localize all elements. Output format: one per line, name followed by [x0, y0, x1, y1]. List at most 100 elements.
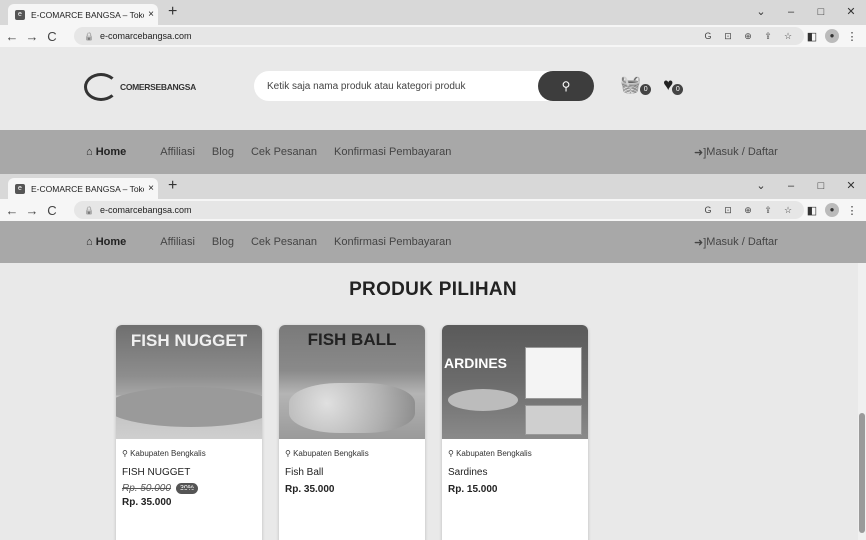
google-icon[interactable]: G	[698, 31, 718, 41]
wishlist-count-badge: 0	[672, 84, 684, 95]
image-fish	[448, 389, 518, 411]
zoom-icon[interactable]: ⊕	[738, 205, 758, 216]
site-logo[interactable]: COMERSEBANGSA	[84, 73, 196, 101]
share-icon[interactable]: ⇪	[758, 31, 778, 42]
menu-kebab-icon[interactable]: ⋮	[842, 30, 862, 43]
nav-home[interactable]: ⌂ Home	[86, 236, 143, 248]
location-text: Kabupaten Bengkalis	[293, 449, 369, 458]
window-controls: ⌄ – □ ✕	[746, 0, 866, 25]
translate-icon[interactable]: ⊡	[718, 31, 738, 42]
favicon-icon: e	[15, 9, 25, 20]
product-list: FISH NUGGET ⚲ Kabupaten Bengkalis FISH N…	[116, 325, 588, 540]
product-card[interactable]: ARDINES ⚲ Kabupaten Bengkalis Sardines R…	[442, 325, 588, 540]
product-card[interactable]: FISH NUGGET ⚲ Kabupaten Bengkalis FISH N…	[116, 325, 262, 540]
site-header: COMERSEBANGSA Ketik saja nama produk ata…	[0, 47, 866, 130]
browser-tab[interactable]: e E-COMARCE BANGSA – Toko Onl ×	[8, 178, 158, 199]
cart-icon[interactable]: 🧺 0	[620, 75, 652, 95]
address-bar[interactable]: 🔒 e-comarcebangsa.com G ⊡ ⊕ ⇪ ☆	[74, 201, 804, 219]
nav-cek-pesanan[interactable]: Cek Pesanan	[251, 146, 317, 158]
login-label: Masuk / Daftar	[706, 146, 778, 158]
browser-tab[interactable]: e E-COMARCE BANGSA – Toko Onl ×	[8, 4, 158, 25]
image-balls	[289, 383, 415, 433]
login-link[interactable]: ➜] Masuk / Daftar	[694, 221, 778, 263]
menu-kebab-icon[interactable]: ⋮	[842, 204, 862, 217]
back-icon[interactable]: ←	[4, 203, 20, 218]
forward-icon[interactable]: →	[24, 203, 40, 218]
zoom-icon[interactable]: ⊕	[738, 31, 758, 42]
minimize-button[interactable]: –	[776, 174, 806, 199]
old-price-text: Rp. 50.000	[122, 483, 171, 494]
lock-icon[interactable]: 🔒	[84, 206, 94, 215]
browser-toolbar: ← → C 🔒 e-comarcebangsa.com G ⊡ ⊕ ⇪ ☆ ◧ …	[0, 25, 866, 47]
image-wave	[116, 387, 262, 427]
nav-blog[interactable]: Blog	[212, 236, 234, 248]
address-bar[interactable]: 🔒 e-comarcebangsa.com G ⊡ ⊕ ⇪ ☆	[74, 27, 804, 45]
share-icon[interactable]: ⇪	[758, 205, 778, 216]
product-name[interactable]: FISH NUGGET	[122, 467, 256, 478]
browser-toolbar: ← → C 🔒 e-comarcebangsa.com G ⊡ ⊕ ⇪ ☆ ◧ …	[0, 199, 866, 221]
nav-affiliasi[interactable]: Affiliasi	[160, 146, 195, 158]
location-text: Kabupaten Bengkalis	[456, 449, 532, 458]
logo-text: COMERSEBANGSA	[120, 82, 196, 92]
product-image[interactable]: FISH NUGGET	[116, 325, 262, 439]
tab-title: E-COMARCE BANGSA – Toko Onl	[31, 183, 144, 194]
product-name[interactable]: Sardines	[448, 467, 582, 478]
bookmark-star-icon[interactable]: ☆	[778, 205, 798, 216]
discount-badge: 30%	[175, 483, 198, 494]
tab-title: E-COMARCE BANGSA – Toko Onl	[31, 9, 144, 20]
search-bar: Ketik saja nama produk atau kategori pro…	[254, 71, 594, 101]
tab-search-icon[interactable]: ⌄	[746, 0, 776, 25]
minimize-button[interactable]: –	[776, 0, 806, 25]
page-scrollbar[interactable]	[858, 263, 866, 540]
main-nav: ⌂ Home Affiliasi Blog Cek Pesanan Konfir…	[0, 130, 866, 174]
search-button[interactable]: ⚲	[538, 71, 594, 101]
new-tab-button[interactable]: +	[168, 3, 177, 21]
profile-avatar-icon[interactable]: ●	[825, 203, 839, 217]
new-tab-button[interactable]: +	[168, 177, 177, 195]
nav-konfirmasi-pembayaran[interactable]: Konfirmasi Pembayaran	[334, 146, 451, 158]
close-tab-icon[interactable]: ×	[144, 183, 158, 194]
product-name[interactable]: Fish Ball	[285, 467, 419, 478]
nav-affiliasi[interactable]: Affiliasi	[160, 236, 195, 248]
product-image-label: ARDINES	[444, 355, 508, 371]
profile-avatar-icon[interactable]: ●	[825, 29, 839, 43]
location-text: Kabupaten Bengkalis	[130, 449, 206, 458]
maximize-button[interactable]: □	[806, 0, 836, 25]
close-tab-icon[interactable]: ×	[144, 9, 158, 20]
close-window-button[interactable]: ✕	[836, 174, 866, 199]
browser-window-top: e E-COMARCE BANGSA – Toko Onl × + ⌄ – □ …	[0, 0, 866, 174]
forward-icon[interactable]: →	[24, 29, 40, 44]
translate-icon[interactable]: ⊡	[718, 205, 738, 216]
nav-home[interactable]: ⌂ Home	[86, 146, 143, 158]
logo-icon	[84, 73, 118, 101]
maximize-button[interactable]: □	[806, 174, 836, 199]
reload-icon[interactable]: C	[44, 203, 60, 218]
back-icon[interactable]: ←	[4, 29, 20, 44]
close-window-button[interactable]: ✕	[836, 0, 866, 25]
product-image-label: FISH NUGGET	[130, 331, 248, 350]
nav-blog[interactable]: Blog	[212, 146, 234, 158]
lock-icon[interactable]: 🔒	[84, 32, 94, 41]
nav-konfirmasi-pembayaran[interactable]: Konfirmasi Pembayaran	[334, 236, 451, 248]
nav-home-label: Home	[95, 146, 127, 158]
tab-search-icon[interactable]: ⌄	[746, 174, 776, 199]
reload-icon[interactable]: C	[44, 29, 60, 44]
side-panel-icon[interactable]: ◧	[802, 30, 822, 43]
main-nav: ⌂ Home Affiliasi Blog Cek Pesanan Konfir…	[0, 221, 866, 263]
heart-icon[interactable]: ♥ 0	[663, 75, 684, 95]
side-panel-icon[interactable]: ◧	[802, 204, 822, 217]
login-link[interactable]: ➜] Masuk / Daftar	[694, 130, 778, 174]
product-image[interactable]: ARDINES	[442, 325, 588, 439]
url-text: e-comarcebangsa.com	[99, 31, 192, 41]
product-card[interactable]: FISH BALL ⚲ Kabupaten Bengkalis Fish Bal…	[279, 325, 425, 540]
section-title: PRODUK PILIHAN	[349, 279, 517, 300]
nav-cek-pesanan[interactable]: Cek Pesanan	[251, 236, 317, 248]
product-image[interactable]: FISH BALL	[279, 325, 425, 439]
main-content: PRODUK PILIHAN FISH NUGGET ⚲ Kabupaten B…	[0, 263, 866, 540]
scrollbar-thumb[interactable]	[859, 413, 865, 533]
product-price: Rp. 15.000	[448, 484, 498, 495]
image-panel	[525, 405, 582, 435]
search-input[interactable]: Ketik saja nama produk atau kategori pro…	[267, 81, 538, 92]
bookmark-star-icon[interactable]: ☆	[778, 31, 798, 42]
google-icon[interactable]: G	[698, 205, 718, 215]
